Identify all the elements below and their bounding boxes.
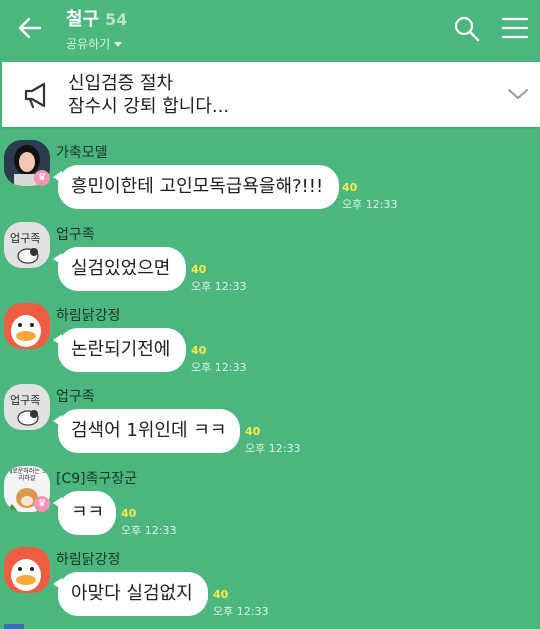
message-time: 오후 12:33 [191, 361, 247, 374]
unread-count: 40 [342, 181, 358, 194]
message-bubble[interactable]: 흥민이한테 고인모독급욕을해?!!! [53, 165, 339, 209]
caret-down-icon [114, 42, 123, 47]
chevron-down-icon[interactable] [506, 84, 530, 104]
next-avatar-peek [4, 624, 24, 629]
sender-name: 하림닭강정 [56, 552, 121, 568]
notice-line-1: 신입검증 절차 [68, 73, 174, 94]
notice-line-2: 잠수시 강퇴 합니다... [68, 96, 230, 117]
share-dropdown[interactable]: 공유하기 [66, 35, 127, 52]
notice-banner[interactable]: 신입검증 절차 잠수시 강퇴 합니다... [2, 62, 540, 127]
megaphone-icon [22, 81, 52, 109]
chat-title: 철구 [66, 9, 100, 30]
message-time: 오후 12:33 [121, 524, 177, 537]
sketch-avatar-icon [17, 248, 39, 264]
menu-icon[interactable] [500, 14, 530, 44]
message-time: 오후 12:33 [342, 198, 398, 211]
sender-name: 하림닭강정 [56, 308, 121, 324]
search-icon[interactable] [452, 14, 482, 44]
avatar[interactable] [4, 547, 50, 593]
sketch-avatar-icon [17, 410, 39, 426]
message-time: 오후 12:33 [213, 605, 269, 618]
sender-name: 가축모델 [56, 145, 108, 161]
message-bubble[interactable]: 논란되기전에 [53, 328, 186, 372]
unread-count: 40 [213, 588, 229, 601]
duck-avatar-icon [4, 303, 50, 349]
notice-text: 신입검증 절차 잠수시 강퇴 합니다... [68, 72, 229, 118]
message-bubble[interactable]: 실검있었으면 [53, 247, 186, 291]
duck-avatar-icon [4, 547, 50, 593]
sender-name: [C9]족구장군 [56, 471, 138, 487]
unread-count: 40 [121, 507, 137, 520]
message-bubble[interactable]: ㅋㅋ [53, 491, 116, 535]
sender-name: 업구족 [56, 227, 95, 243]
back-arrow-icon[interactable] [12, 10, 50, 46]
unread-count: 40 [191, 344, 207, 357]
crown-icon: ♛ [34, 496, 50, 512]
unread-count: 40 [191, 263, 207, 276]
message-time: 오후 12:33 [245, 442, 301, 455]
chat-title-area[interactable]: 철구 54 공유하기 [66, 5, 127, 52]
member-count: 54 [105, 10, 128, 29]
message-bubble[interactable]: 검색어 1위인데 ㅋㅋ [53, 409, 240, 453]
avatar[interactable]: 업구족 [4, 384, 50, 430]
avatar[interactable]: 업구족 [4, 222, 50, 268]
unread-count: 40 [245, 425, 261, 438]
avatar[interactable] [4, 303, 50, 349]
crown-icon: ♛ [34, 170, 50, 186]
message-time: 오후 12:33 [191, 280, 247, 293]
top-bar: 철구 54 공유하기 [0, 0, 540, 58]
sender-name: 업구족 [56, 389, 95, 405]
message-bubble[interactable]: 아맞다 실검없지 [53, 572, 208, 616]
share-label: 공유하기 [66, 37, 111, 51]
